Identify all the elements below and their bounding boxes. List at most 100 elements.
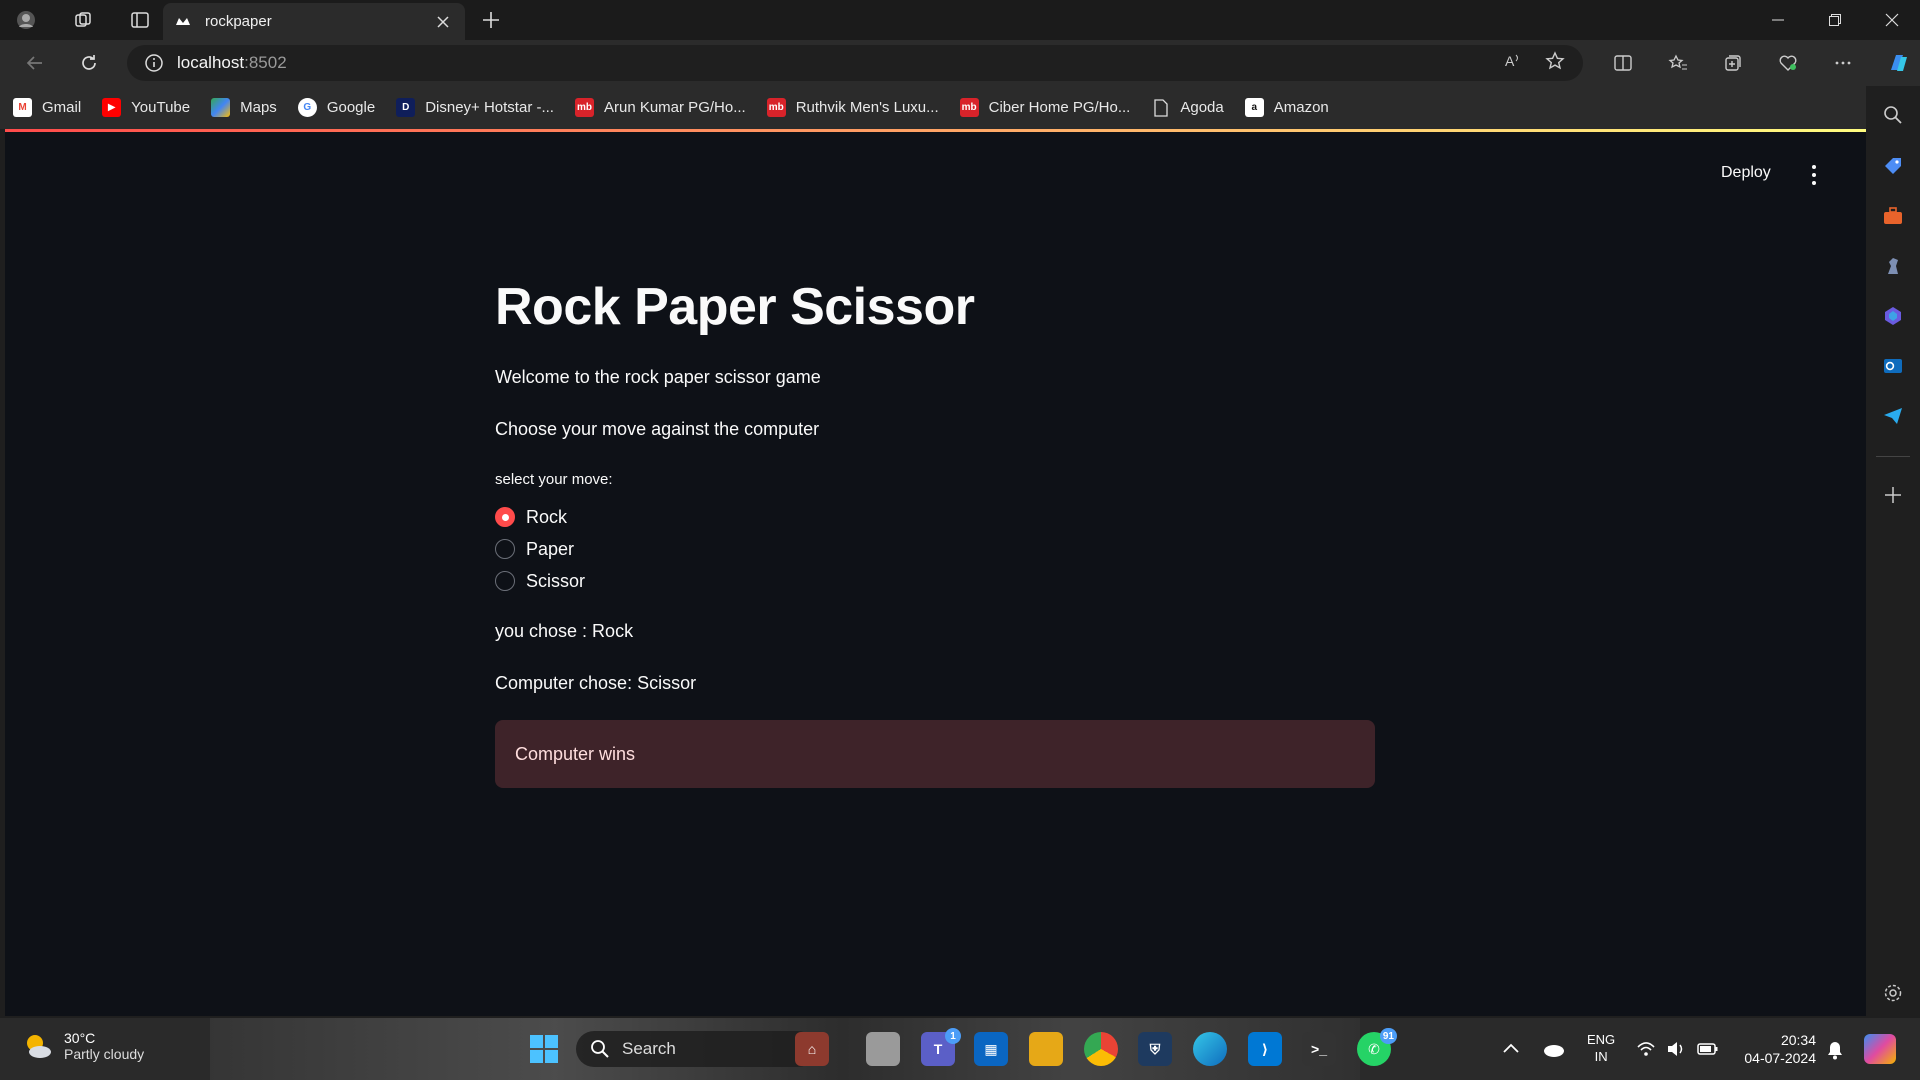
settings-gear-icon[interactable]	[1881, 981, 1905, 1005]
games-chess-icon[interactable]	[1881, 254, 1905, 278]
deploy-button[interactable]: Deploy	[1721, 164, 1771, 182]
radio-option-scissor[interactable]: Scissor	[495, 568, 585, 594]
main-menu-icon[interactable]	[1810, 165, 1818, 185]
site-info-icon[interactable]	[145, 54, 163, 72]
battery-icon[interactable]	[1697, 1040, 1719, 1063]
teams-icon[interactable]: T1	[921, 1028, 961, 1066]
bookmark-amazon[interactable]: a Amazon	[1244, 98, 1329, 117]
refresh-icon[interactable]	[66, 43, 112, 83]
instruction-text: Choose your move against the computer	[495, 419, 820, 439]
microsoft-store-icon[interactable]: ▦	[974, 1032, 1008, 1066]
volume-icon[interactable]	[1666, 1040, 1686, 1063]
more-options-icon[interactable]	[1815, 40, 1870, 86]
bookmark-arun-kumar[interactable]: mb Arun Kumar PG/Ho...	[574, 98, 746, 117]
bookmark-ciber-home[interactable]: mb Ciber Home PG/Ho...	[959, 98, 1130, 117]
edge-sidebar	[1866, 86, 1920, 1018]
radio-unselected-icon[interactable]	[495, 539, 515, 559]
maps-icon	[211, 98, 231, 117]
bookmark-google[interactable]: G Google	[297, 98, 375, 117]
vscode-icon[interactable]: ⟩	[1248, 1032, 1282, 1066]
collections-icon[interactable]	[1705, 40, 1760, 86]
new-tab-icon[interactable]	[474, 4, 508, 36]
wifi-icon[interactable]	[1636, 1040, 1656, 1063]
radio-selected-icon[interactable]	[495, 507, 515, 527]
onedrive-cloud-icon[interactable]	[1542, 1040, 1566, 1063]
mb-icon: mb	[766, 98, 786, 117]
move-radio-label: select your move:	[495, 471, 613, 488]
edge-icon[interactable]	[1193, 1032, 1227, 1066]
restore-icon[interactable]	[1806, 0, 1863, 40]
show-hidden-icons-icon[interactable]	[1502, 1040, 1520, 1063]
whatsapp-badge: 91	[1379, 1028, 1397, 1044]
amazon-icon: a	[1244, 98, 1264, 117]
favorite-star-icon[interactable]	[1545, 50, 1565, 76]
vertical-tabs-icon[interactable]	[120, 0, 160, 40]
split-screen-icon[interactable]	[1595, 40, 1650, 86]
radio-unselected-icon[interactable]	[495, 571, 515, 591]
search-highlight-icon[interactable]: ⌂	[795, 1032, 829, 1066]
partly-cloudy-icon	[27, 1035, 51, 1058]
workspaces-icon[interactable]	[63, 0, 103, 40]
file-explorer-icon[interactable]	[1029, 1032, 1063, 1066]
outlook-icon[interactable]	[1881, 354, 1905, 378]
browser-essentials-icon[interactable]	[1760, 40, 1815, 86]
chrome-icon[interactable]	[1084, 1032, 1118, 1066]
clock-date: 04-07-2024	[1744, 1050, 1816, 1066]
copilot-taskbar-icon[interactable]	[1864, 1034, 1896, 1064]
favorites-icon[interactable]	[1650, 40, 1705, 86]
search-icon[interactable]	[1881, 103, 1905, 127]
navigation-bar: localhost:8502 A	[0, 40, 1920, 86]
url-host: localhost	[177, 53, 245, 72]
add-icon[interactable]	[1881, 483, 1905, 507]
bookmark-hotstar[interactable]: D Disney+ Hotstar -...	[396, 98, 554, 117]
bookmark-youtube[interactable]: ▶ YouTube	[102, 98, 190, 117]
browser-tab[interactable]: rockpaper	[163, 3, 465, 40]
close-window-icon[interactable]	[1863, 0, 1920, 40]
system-clock[interactable]: 20:34 04-07-2024	[1736, 1031, 1816, 1067]
terminal-icon[interactable]: >_	[1302, 1032, 1336, 1066]
whatsapp-icon[interactable]: ✆ 91	[1357, 1028, 1397, 1066]
search-label: Search	[622, 1039, 676, 1058]
tools-briefcase-icon[interactable]	[1881, 204, 1905, 228]
search-icon	[591, 1040, 609, 1058]
url-port: :8502	[244, 53, 287, 72]
task-view-icon[interactable]	[866, 1032, 900, 1066]
header-decoration	[5, 129, 1866, 132]
weather-temperature: 30°C	[64, 1030, 96, 1046]
page-title: Rock Paper Scissor	[495, 278, 975, 336]
read-aloud-icon[interactable]: A	[1503, 51, 1523, 76]
taskbar-search[interactable]: Search	[576, 1031, 816, 1067]
google-icon: G	[297, 98, 317, 117]
weather-widget[interactable]: 30°C Partly cloudy	[22, 1030, 144, 1062]
start-button-icon[interactable]	[530, 1035, 558, 1063]
mb-icon: mb	[959, 98, 979, 117]
telegram-send-icon[interactable]	[1881, 404, 1905, 428]
minimize-icon[interactable]	[1749, 0, 1806, 40]
clock-time: 20:34	[1780, 1032, 1816, 1048]
microsoft-365-icon[interactable]	[1881, 304, 1905, 328]
back-icon[interactable]	[12, 43, 58, 83]
computer-choice-text: Computer chose: Scissor	[495, 673, 697, 693]
defender-shield-icon[interactable]: ⛨	[1138, 1032, 1172, 1066]
bookmark-gmail[interactable]: M Gmail	[13, 98, 81, 117]
sidebar-divider	[1876, 456, 1910, 457]
hotstar-icon: D	[396, 98, 416, 117]
address-bar[interactable]: localhost:8502 A	[127, 45, 1583, 81]
user-choice-text: you chose : Rock	[495, 621, 634, 641]
bookmark-ruthvik[interactable]: mb Ruthvik Men's Luxu...	[766, 98, 939, 117]
shopping-tag-icon[interactable]	[1881, 154, 1905, 178]
radio-option-paper[interactable]: Paper	[495, 536, 574, 562]
copilot-icon[interactable]	[1870, 40, 1920, 86]
tab-close-icon[interactable]	[433, 12, 453, 32]
language-indicator[interactable]: ENG IN	[1587, 1031, 1615, 1065]
weather-condition: Partly cloudy	[64, 1046, 145, 1062]
result-alert: Computer wins	[495, 720, 1375, 788]
bookmark-agoda[interactable]: Agoda	[1151, 98, 1224, 117]
radio-option-rock[interactable]: Rock	[495, 504, 567, 530]
page-icon	[1151, 98, 1170, 117]
bookmark-maps[interactable]: Maps	[211, 98, 277, 117]
profile-avatar-icon[interactable]	[6, 0, 46, 40]
taskbar: 30°C Partly cloudy Search ⌂ T1 ▦ ⛨ ⟩ >_ …	[0, 1018, 1920, 1080]
notifications-bell-icon[interactable]	[1826, 1040, 1844, 1065]
youtube-icon: ▶	[102, 98, 122, 117]
